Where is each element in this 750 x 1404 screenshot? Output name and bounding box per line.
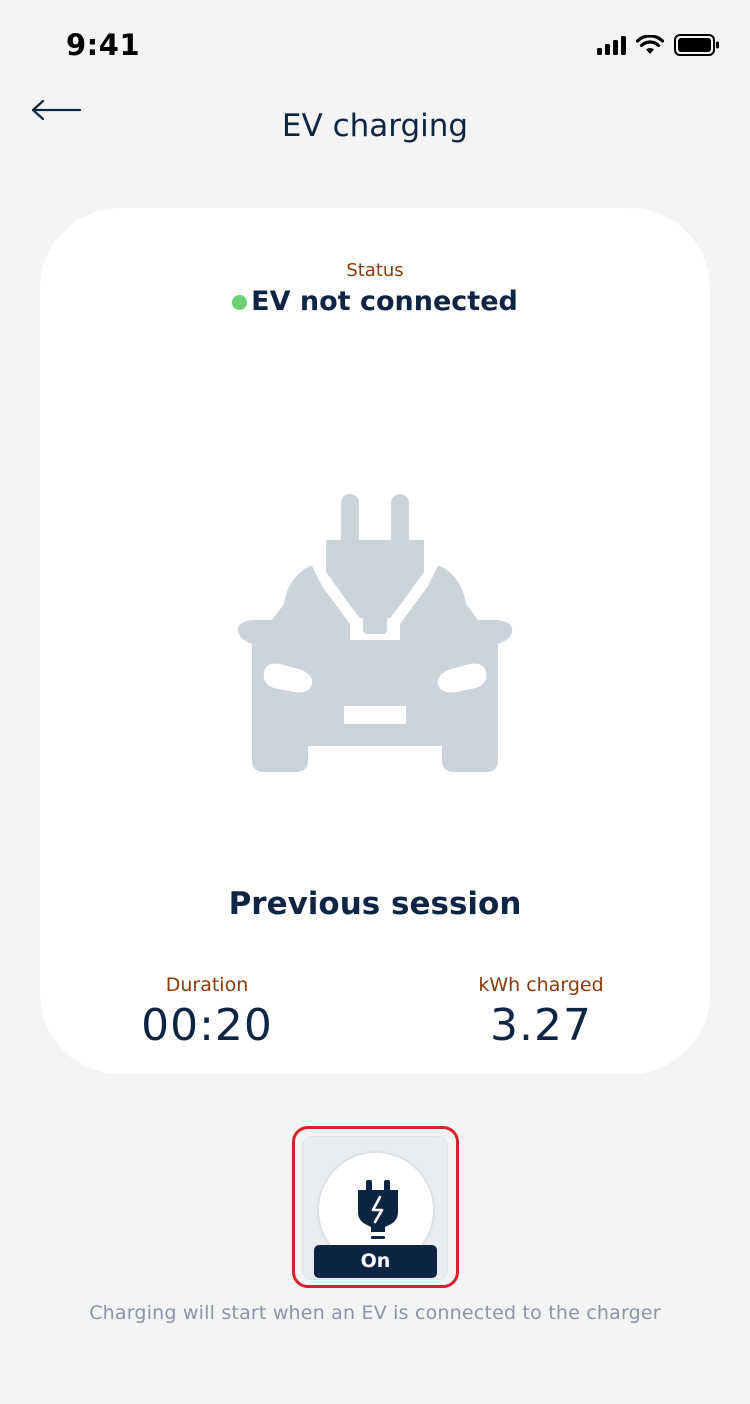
kwh-value: 3.27 (490, 1000, 592, 1051)
status-bar: 9:41 (0, 0, 750, 90)
wifi-icon (636, 35, 664, 54)
battery-icon (674, 34, 719, 56)
previous-session-title: Previous session (228, 886, 522, 922)
charging-status-card: Status EV not connected Previous session (40, 208, 710, 1074)
status-icons (597, 34, 720, 56)
plug-lightning-icon (358, 1180, 398, 1239)
charging-hint-text: Charging will start when an EV is connec… (89, 1302, 661, 1324)
duration-value: 00:20 (141, 1000, 273, 1051)
status-indicator-dot (232, 295, 248, 310)
status-row: EV not connected (40, 286, 710, 317)
charging-toggle-button[interactable]: On (302, 1136, 448, 1280)
status-value: EV not connected (251, 286, 518, 317)
kwh-label: kWh charged (478, 974, 604, 996)
duration-label: Duration (165, 974, 249, 996)
kwh-metric: kWh charged 3.27 (421, 974, 661, 1051)
toggle-state-label: On (314, 1245, 437, 1278)
status-label: Status (346, 260, 404, 281)
page-title: EV charging (281, 108, 469, 144)
ev-charging-screen: 9:41 EV charging Status EV not connected… (0, 0, 750, 1404)
status-time: 9:41 (66, 28, 141, 62)
ev-car-plug-icon (237, 494, 513, 772)
duration-metric: Duration 00:20 (87, 974, 327, 1051)
cellular-signal-icon (597, 35, 626, 55)
